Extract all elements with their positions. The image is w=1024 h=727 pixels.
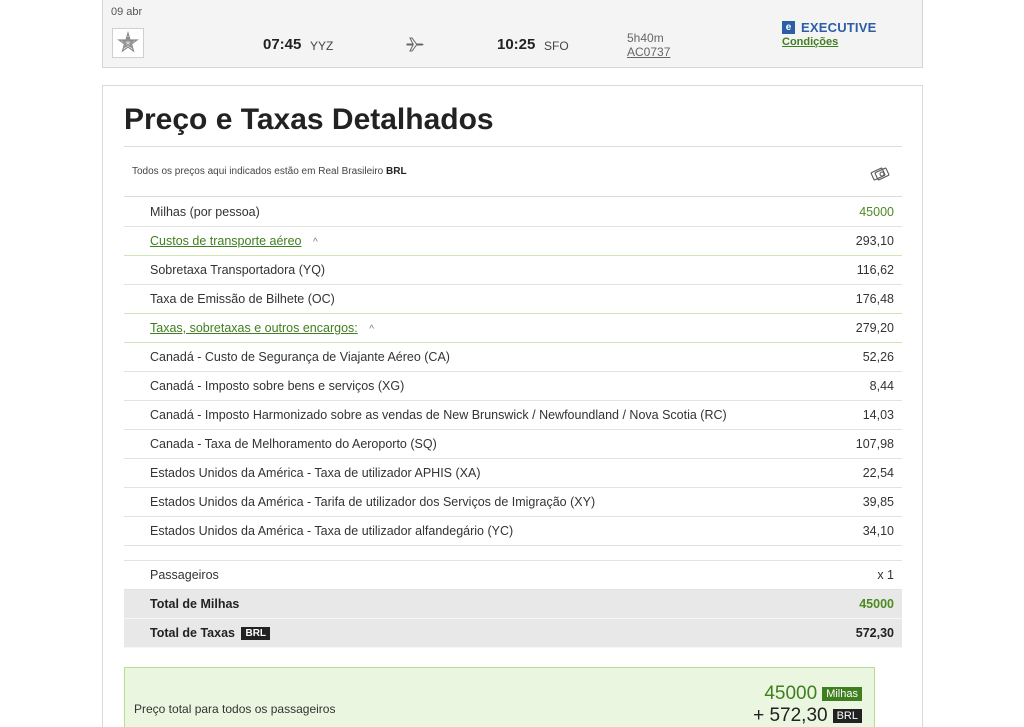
grand-total-miles-value: 45000 bbox=[764, 683, 818, 704]
page-title: Preço e Taxas Detalhados bbox=[124, 103, 494, 136]
table-row: Canadá - Custo de Segurança de Viajante … bbox=[124, 343, 902, 372]
row-value: 8,44 bbox=[869, 379, 894, 393]
table-row: Estados Unidos da América - Tarifa de ut… bbox=[124, 488, 902, 517]
currency-badge: BRL bbox=[832, 709, 862, 723]
arrival-airport-code: SFO bbox=[544, 39, 569, 53]
table-row: Canadá - Imposto sobre bens e serviços (… bbox=[124, 372, 902, 401]
cabin-class-label: EXECUTIVE bbox=[801, 20, 877, 35]
row-label: Sobretaxa Transportadora (YQ) bbox=[150, 263, 326, 277]
total-taxes-row: Total de Taxas BRL 572,30 bbox=[124, 619, 902, 648]
departure-time: 07:45 bbox=[263, 36, 302, 53]
grand-total-taxes: + 572,30 BRL bbox=[753, 705, 862, 727]
total-taxes-label: Total de Taxas bbox=[150, 626, 235, 640]
grand-total-taxes-value: + 572,30 bbox=[753, 705, 828, 726]
row-label: Milhas (por pessoa) bbox=[150, 205, 260, 219]
row-label: Estados Unidos da América - Taxa de util… bbox=[150, 466, 481, 480]
passengers-label: Passageiros bbox=[150, 568, 219, 582]
taxes-surcharges-toggle[interactable]: Taxas, sobretaxas e outros encargos: bbox=[150, 321, 358, 335]
table-row: Canadá - Imposto Harmonizado sobre as ve… bbox=[124, 401, 902, 430]
passengers-row: Passageiros x 1 bbox=[124, 561, 902, 590]
row-label: Canadá - Custo de Segurança de Viajante … bbox=[150, 350, 450, 364]
row-value: 52,26 bbox=[862, 350, 894, 364]
money-exchange-icon[interactable] bbox=[869, 164, 891, 189]
row-value: 22,54 bbox=[862, 466, 894, 480]
miles-badge: Milhas bbox=[822, 687, 862, 701]
table-spacer bbox=[124, 546, 902, 561]
flight-duration: 5h40m bbox=[627, 31, 664, 45]
grand-total-box: Preço total para todos os passageiros 45… bbox=[124, 667, 875, 727]
table-row: Sobretaxa Transportadora (YQ) 116,62 bbox=[124, 256, 902, 285]
total-miles-value: 45000 bbox=[859, 597, 894, 611]
table-row: Milhas (por pessoa) 45000 bbox=[124, 198, 902, 227]
arrival-time: 10:25 bbox=[497, 36, 536, 53]
flight-number-link[interactable]: AC0737 bbox=[627, 45, 670, 59]
total-miles-label: Total de Milhas bbox=[150, 597, 240, 611]
note-divider bbox=[124, 196, 902, 197]
row-value: 107,98 bbox=[855, 437, 894, 451]
row-value: 176,48 bbox=[855, 292, 894, 306]
fare-conditions-link[interactable]: Condições bbox=[782, 36, 838, 48]
table-row: Estados Unidos da América - Taxa de util… bbox=[124, 517, 902, 546]
table-row: Canada - Taxa de Melhoramento do Aeropor… bbox=[124, 430, 902, 459]
flight-summary: 09 abr 07:45 YYZ 10:25 SFO 5h40m AC0737 … bbox=[102, 0, 923, 68]
collapse-caret-icon[interactable]: ^ bbox=[369, 324, 374, 335]
currency-badge: BRL bbox=[241, 627, 271, 640]
currency-note: Todos os preços aqui indicados estão em … bbox=[132, 166, 407, 177]
flight-date: 09 abr bbox=[111, 6, 143, 18]
air-transport-costs-toggle[interactable]: Custos de transporte aéreo bbox=[150, 234, 301, 248]
row-label: Estados Unidos da América - Tarifa de ut… bbox=[150, 495, 596, 509]
row-value: 34,10 bbox=[862, 524, 894, 538]
price-breakdown-table: Milhas (por pessoa) 45000 Custos de tran… bbox=[124, 198, 902, 648]
row-value: 279,20 bbox=[855, 321, 894, 335]
grand-total-label: Preço total para todos os passageiros bbox=[134, 702, 336, 716]
row-value: 39,85 bbox=[862, 495, 894, 509]
passengers-value: x 1 bbox=[877, 568, 894, 582]
row-value: 45000 bbox=[859, 205, 894, 219]
currency-note-text: Todos os preços aqui indicados estão em … bbox=[132, 166, 384, 177]
row-label: Taxa de Emissão de Bilhete (OC) bbox=[150, 292, 335, 306]
row-label: Canadá - Imposto Harmonizado sobre as ve… bbox=[150, 408, 727, 422]
title-divider bbox=[124, 146, 902, 147]
row-value: 14,03 bbox=[862, 408, 894, 422]
collapse-caret-icon[interactable]: ^ bbox=[313, 237, 318, 248]
row-value: 293,10 bbox=[855, 234, 894, 248]
total-taxes-value: 572,30 bbox=[855, 626, 894, 640]
table-row-section[interactable]: Custos de transporte aéreo ^ 293,10 bbox=[124, 227, 902, 256]
table-row: Estados Unidos da América - Taxa de util… bbox=[124, 459, 902, 488]
cabin-class: e EXECUTIVE bbox=[782, 20, 876, 35]
star-alliance-logo-icon bbox=[112, 28, 144, 58]
table-row-section[interactable]: Taxas, sobretaxas e outros encargos: ^ 2… bbox=[124, 314, 902, 343]
price-details-panel: Preço e Taxas Detalhados Todos os preços… bbox=[102, 85, 923, 727]
currency-code: BRL bbox=[386, 166, 407, 177]
row-label: Estados Unidos da América - Taxa de util… bbox=[150, 524, 514, 538]
departure-airport-code: YYZ bbox=[310, 39, 334, 53]
row-label: Canada - Taxa de Melhoramento do Aeropor… bbox=[150, 437, 437, 451]
airplane-icon bbox=[406, 36, 424, 57]
total-miles-row: Total de Milhas 45000 bbox=[124, 590, 902, 619]
row-value: 116,62 bbox=[856, 263, 894, 277]
row-label: Canadá - Imposto sobre bens e serviços (… bbox=[150, 379, 405, 393]
table-row: Taxa de Emissão de Bilhete (OC) 176,48 bbox=[124, 285, 902, 314]
cabin-class-icon: e bbox=[782, 21, 795, 34]
grand-total-miles: 45000 Milhas bbox=[764, 683, 862, 705]
